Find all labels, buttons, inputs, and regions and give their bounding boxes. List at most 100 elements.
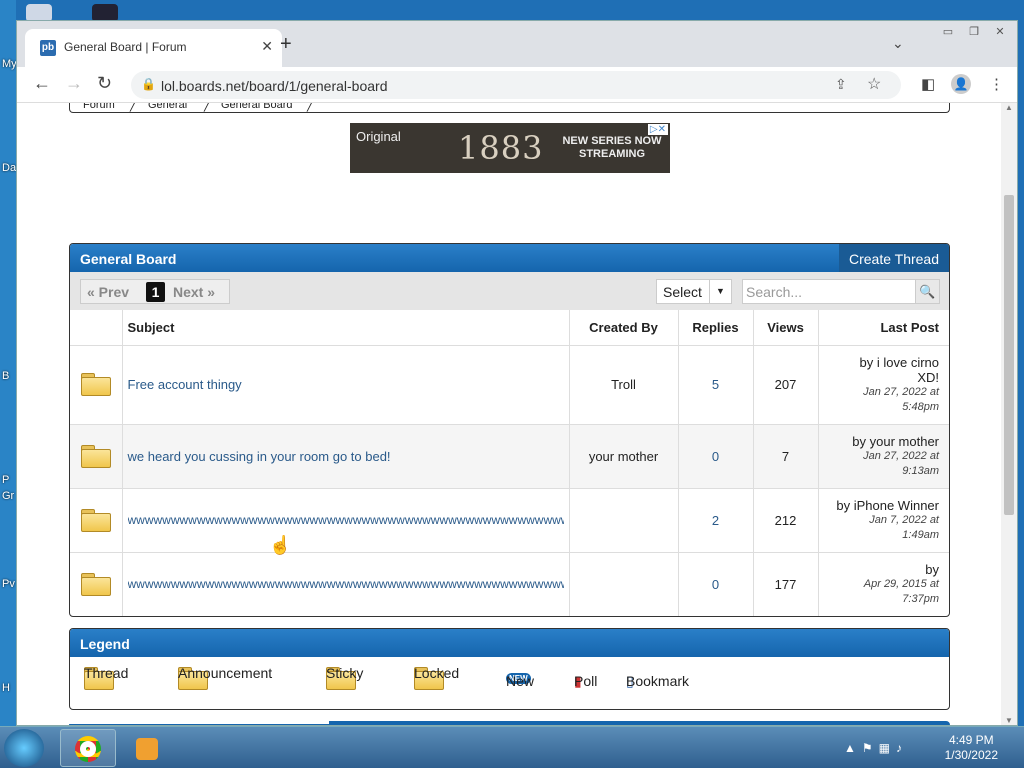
media-taskbar-item[interactable] [122,729,166,767]
next-panel-header [69,721,950,725]
current-page[interactable]: 1 [146,282,165,302]
close-window-icon[interactable]: ✕ [987,25,1013,41]
board-title: General Board [80,251,177,267]
legend-panel: Legend Thread Announcement Sticky Locked… [69,628,950,710]
tab-title: General Board | Forum [64,40,187,54]
column-created-by[interactable]: Created By [569,310,679,346]
desktop-icon-label: B [2,370,10,382]
column-last-post[interactable]: Last Post [818,310,949,346]
restore-icon[interactable]: ❐ [961,25,987,41]
select-dropdown[interactable]: Select ▼ [656,279,732,304]
start-button[interactable] [4,729,44,767]
scroll-down-icon[interactable]: ▼ [1005,716,1013,725]
thread-creator[interactable] [569,552,679,616]
column-subject[interactable]: Subject [122,310,570,346]
thread-replies[interactable]: 2 [678,488,754,553]
clock[interactable]: 4:49 PM 1/30/2022 [945,733,998,763]
desktop-icon-label: H [2,682,10,694]
thread-subject-text[interactable]: wwwwwwwwwwwwwwwwwwwwwwwwwwwwwwwwwwwwwwww… [128,577,564,591]
thread-creator[interactable]: your mother [569,424,679,489]
pagination: « Prev 1 Next » [80,279,230,304]
address-bar[interactable]: 🔒 lol.boards.net/board/1/general-board ⇪… [131,71,901,99]
clock-time: 4:49 PM [948,733,994,747]
minimize-icon[interactable]: ▭ [935,25,961,41]
table-row: wwwwwwwwwwwwwwwwwwwwwwwwwwwwwwwwwwwwwwww… [70,488,949,553]
advertisement-banner[interactable]: Original 1883 NEW SERIES NOW STREAMING ▷… [350,123,670,173]
tab-general-board[interactable]: pb General Board | Forum ✕ [25,29,282,67]
thread-replies[interactable]: 5 [678,345,754,425]
last-post-date[interactable]: Jan 27, 2022 at 5:48pm [819,385,939,415]
thread-icon-cell [70,424,123,489]
side-panel-icon[interactable]: ◧ [921,75,935,93]
page-content: Forum ╱ General ╱ General Board ╱ Origin… [17,103,1001,725]
desktop-icon-label: Gr [2,490,15,502]
thread-subject-link[interactable]: we heard you cussing in your room go to … [122,424,570,489]
back-icon[interactable]: ← [33,73,51,94]
breadcrumb-separator: ╱ [307,103,314,112]
chrome-taskbar-item[interactable] [60,729,116,767]
next-page-button[interactable]: Next » [173,284,215,300]
search-icon[interactable]: 🔍 [915,280,939,303]
flag-icon[interactable]: ⚑ [862,741,879,755]
last-post-author[interactable]: by i love cirno XD! [819,355,939,385]
column-views[interactable]: Views [753,310,819,346]
thread-table: Subject Created By Replies Views Last Po… [70,310,949,616]
create-thread-button[interactable]: Create Thread [838,244,949,272]
search-input[interactable]: Search... [746,284,802,300]
last-post-date[interactable]: Jan 7, 2022 at 1:49am [819,513,939,543]
folder-icon [80,507,111,532]
scrollbar-thumb[interactable] [1004,195,1014,515]
thread-last-post: by iPhone Winner Jan 7, 2022 at 1:49am [818,488,949,553]
legend-label: New [506,673,535,689]
breadcrumb-separator: ╱ [130,103,137,112]
volume-icon[interactable]: ♪ [896,741,908,755]
folder-icon [80,371,111,396]
lock-icon[interactable]: 🔒 [141,77,156,91]
clock-date: 1/30/2022 [944,748,998,762]
last-post-author[interactable]: by your mother [819,434,939,449]
thread-subject-link[interactable]: Free account thingy [122,345,570,425]
panel-divider [69,721,329,724]
last-post-date[interactable]: Apr 29, 2015 at 7:37pm [819,577,939,607]
thread-creator[interactable]: Troll [569,345,679,425]
breadcrumb-general-board[interactable]: General Board [221,103,293,111]
tray-arrow-icon[interactable]: ▲ [844,741,862,755]
media-player-icon [136,738,158,760]
pagination-bar: « Prev 1 Next » Select ▼ Search... 🔍 [70,272,949,310]
last-post-date[interactable]: Jan 27, 2022 at 9:13am [819,449,939,479]
window-controls: ▭ ❐ ✕ [935,23,1013,41]
url-text[interactable]: lol.boards.net/board/1/general-board [161,78,388,94]
thread-creator[interactable] [569,488,679,553]
close-tab-icon[interactable]: ✕ [261,38,273,55]
breadcrumb-forum[interactable]: Forum [83,103,115,111]
vertical-scrollbar[interactable]: ▲ ▼ [1001,103,1017,725]
forward-icon[interactable]: → [65,73,83,94]
desktop-icon-label: My [2,58,17,70]
thread-subject-link[interactable]: wwwwwwwwwwwwwwwwwwwwwwwwwwwwwwwwwwwwwwww… [122,552,570,616]
new-tab-icon[interactable]: + [280,33,292,56]
share-icon[interactable]: ⇪ [835,76,847,93]
legend-label: Poll [574,673,598,689]
network-icon[interactable]: ▦ [879,741,896,755]
legend-header: Legend [70,629,949,657]
caret-down-icon[interactable]: ▼ [709,280,731,303]
thread-replies[interactable]: 0 [678,552,754,616]
thread-replies[interactable]: 0 [678,424,754,489]
menu-icon[interactable]: ⋮ [989,75,1004,93]
bookmark-star-icon[interactable]: ☆ [867,74,881,94]
thread-subject-link[interactable]: wwwwwwwwwwwwwwwwwwwwwwwwwwwwwwwwwwwwwwww… [122,488,570,553]
tab-search-icon[interactable]: ⌄ [892,35,904,52]
column-replies[interactable]: Replies [678,310,754,346]
thread-subject-text[interactable]: wwwwwwwwwwwwwwwwwwwwwwwwwwwwwwwwwwwwwwww… [128,513,564,527]
legend-label: Thread [84,665,129,681]
last-post-author[interactable]: by iPhone Winner [819,498,939,513]
reload-icon[interactable]: ↻ [97,73,112,94]
search-box: Search... 🔍 [742,279,940,304]
ad-close-icon[interactable]: ▷✕ [647,124,668,135]
prev-page-button[interactable]: « Prev [87,284,129,300]
scroll-up-icon[interactable]: ▲ [1005,103,1013,112]
breadcrumb-general[interactable]: General [148,103,187,111]
last-post-author[interactable]: by [819,562,939,577]
profile-icon[interactable]: 👤 [951,74,971,94]
legend-label: Announcement [178,665,273,681]
